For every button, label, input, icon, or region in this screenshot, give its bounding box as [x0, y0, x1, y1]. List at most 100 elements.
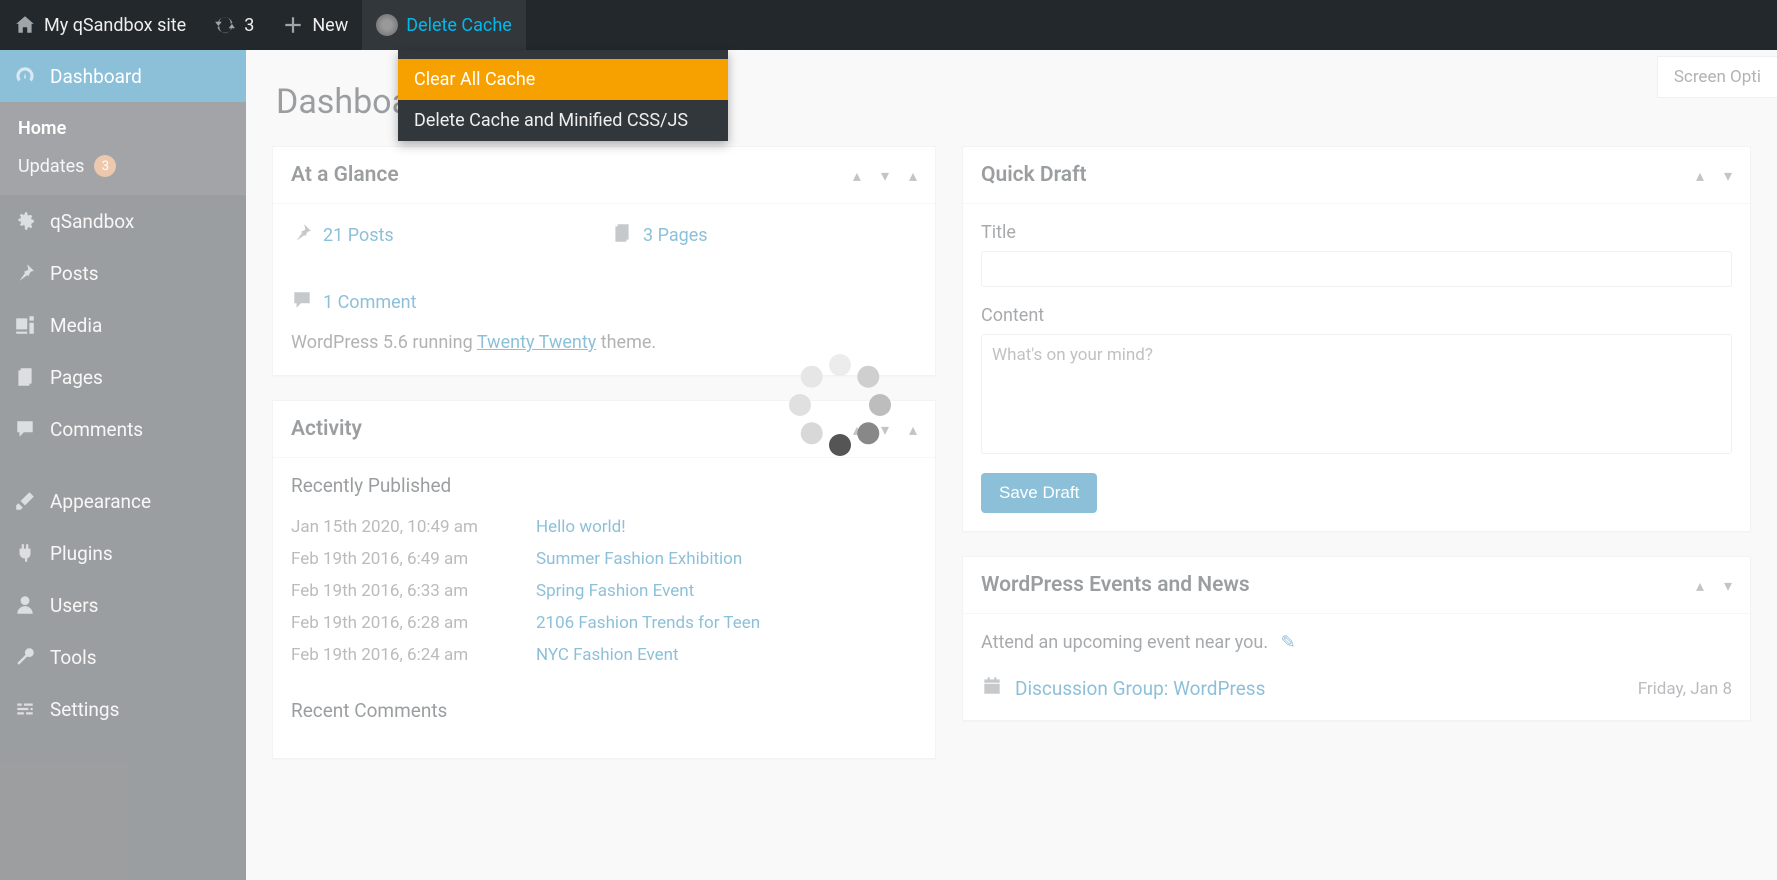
- sidebar-item-label: Media: [50, 314, 102, 337]
- sidebar-item-appearance[interactable]: Appearance: [0, 475, 246, 527]
- activity-item: Feb 19th 2016, 6:24 amNYC Fashion Event: [291, 639, 917, 671]
- admin-bar: My qSandbox site 3 New Delete Cache: [0, 0, 1777, 50]
- site-name-link[interactable]: My qSandbox site: [0, 0, 200, 50]
- toggle-icon[interactable]: ▴: [909, 420, 917, 439]
- glance-pages-link[interactable]: 3 Pages: [643, 225, 708, 246]
- sidebar-item-label: Posts: [50, 262, 99, 285]
- post-link[interactable]: NYC Fashion Event: [536, 645, 679, 665]
- pages-icon: [14, 366, 36, 388]
- sidebar-item-label: qSandbox: [50, 210, 134, 233]
- glance-posts-link[interactable]: 21 Posts: [323, 225, 394, 246]
- sidebar-item-comments[interactable]: Comments: [0, 403, 246, 455]
- sidebar-item-label: Comments: [50, 418, 143, 441]
- move-up-icon[interactable]: ▴: [1696, 166, 1704, 185]
- post-link[interactable]: Hello world!: [536, 517, 626, 537]
- qd-title-label: Title: [981, 222, 1732, 243]
- move-down-icon[interactable]: ▾: [1724, 166, 1732, 185]
- glance-posts[interactable]: 21 Posts: [291, 222, 571, 249]
- comment-icon: [14, 418, 36, 440]
- dropdown-item-clear-all[interactable]: Clear All Cache: [398, 59, 728, 100]
- qd-title-input[interactable]: [981, 251, 1732, 287]
- recently-published-title: Recently Published: [291, 474, 917, 497]
- move-down-icon[interactable]: ▾: [1724, 576, 1732, 595]
- glance-pages[interactable]: 3 Pages: [611, 222, 891, 249]
- activity-item: Feb 19th 2016, 6:33 amSpring Fashion Eve…: [291, 575, 917, 607]
- gear-icon: [14, 210, 36, 232]
- move-up-icon[interactable]: ▴: [853, 166, 861, 185]
- recent-comments-title: Recent Comments: [291, 699, 917, 722]
- post-link[interactable]: Summer Fashion Exhibition: [536, 549, 742, 569]
- sidebar-item-pages[interactable]: Pages: [0, 351, 246, 403]
- pin-icon: [14, 262, 36, 284]
- glance-comments[interactable]: 1 Comment: [291, 289, 571, 316]
- activity-title: Activity: [291, 417, 362, 441]
- calendar-icon: [981, 675, 1003, 702]
- updates-badge: 3: [94, 155, 116, 177]
- sidebar-item-media[interactable]: Media: [0, 299, 246, 351]
- sidebar-item-users[interactable]: Users: [0, 579, 246, 631]
- brush-icon: [14, 490, 36, 512]
- sidebar-separator: [0, 455, 246, 475]
- theme-link[interactable]: Twenty Twenty: [477, 332, 596, 353]
- quick-draft-box: Quick Draft ▴ ▾ Title Content Save Draft: [962, 146, 1751, 532]
- post-link[interactable]: 2106 Fashion Trends for Teen: [536, 613, 760, 633]
- pencil-icon[interactable]: ✎: [1281, 632, 1296, 653]
- dropdown-item-minified[interactable]: Delete Cache and Minified CSS/JS: [398, 100, 728, 141]
- post-link[interactable]: Spring Fashion Event: [536, 581, 694, 601]
- wrench-icon: [14, 646, 36, 668]
- move-up-icon[interactable]: ▴: [1696, 576, 1704, 595]
- sidebar-item-settings[interactable]: Settings: [0, 683, 246, 735]
- updates-count: 3: [244, 15, 254, 36]
- events-news-box: WordPress Events and News ▴ ▾ Attend an …: [962, 556, 1751, 721]
- sidebar-item-plugins[interactable]: Plugins: [0, 527, 246, 579]
- qd-content-input[interactable]: [981, 334, 1732, 454]
- main-content: Dashboard At a Glance ▴ ▾ ▴: [246, 50, 1777, 880]
- updates-link[interactable]: 3: [200, 0, 268, 50]
- sidebar-item-label: Users: [50, 594, 98, 617]
- toggle-icon[interactable]: ▴: [909, 166, 917, 185]
- update-icon: [214, 14, 236, 36]
- sidebar-item-label: Plugins: [50, 542, 113, 565]
- qd-content-label: Content: [981, 305, 1732, 326]
- sidebar-item-qsandbox[interactable]: qSandbox: [0, 195, 246, 247]
- activity-item: Jan 15th 2020, 10:49 amHello world!: [291, 511, 917, 543]
- move-down-icon[interactable]: ▾: [881, 166, 889, 185]
- sidebar-item-posts[interactable]: Posts: [0, 247, 246, 299]
- site-name: My qSandbox site: [44, 15, 186, 36]
- new-link[interactable]: New: [268, 0, 362, 50]
- pages-icon: [611, 222, 633, 249]
- sidebar-item-label: Dashboard: [50, 65, 142, 88]
- event-link[interactable]: Discussion Group: WordPress: [1015, 677, 1265, 700]
- events-attend-text: Attend an upcoming event near you. ✎: [981, 632, 1732, 653]
- save-draft-button[interactable]: Save Draft: [981, 473, 1097, 513]
- at-a-glance-box: At a Glance ▴ ▾ ▴ 21 Posts: [272, 146, 936, 376]
- loading-spinner: [785, 350, 895, 460]
- events-news-title: WordPress Events and News: [981, 573, 1250, 597]
- sidebar-item-tools[interactable]: Tools: [0, 631, 246, 683]
- plus-icon: [282, 14, 304, 36]
- sidebar-item-dashboard[interactable]: Dashboard: [0, 50, 246, 102]
- screen-options-button[interactable]: Screen Opti: [1657, 56, 1777, 98]
- delete-cache-dropdown: Clear All Cache Delete Cache and Minifie…: [398, 50, 728, 141]
- cache-plugin-icon: [376, 14, 398, 36]
- delete-cache-menu[interactable]: Delete Cache: [362, 0, 526, 50]
- activity-item: Feb 19th 2016, 6:49 amSummer Fashion Exh…: [291, 543, 917, 575]
- activity-item: Feb 19th 2016, 6:28 am2106 Fashion Trend…: [291, 607, 917, 639]
- sidebar-sub-home[interactable]: Home: [0, 110, 246, 147]
- sidebar-item-label: Appearance: [50, 490, 151, 513]
- dropdown-spacer: [398, 50, 728, 59]
- pin-icon: [291, 222, 313, 249]
- sidebar-item-label: Pages: [50, 366, 103, 389]
- plug-icon: [14, 542, 36, 564]
- home-icon: [14, 14, 36, 36]
- sidebar-item-label: Tools: [50, 646, 97, 669]
- sliders-icon: [14, 698, 36, 720]
- event-date: Friday, Jan 8: [1638, 679, 1732, 699]
- sidebar-sub-updates[interactable]: Updates 3: [0, 147, 246, 185]
- media-icon: [14, 314, 36, 336]
- glance-comments-link[interactable]: 1 Comment: [323, 292, 417, 313]
- delete-cache-label: Delete Cache: [406, 15, 512, 36]
- comment-icon: [291, 289, 313, 316]
- new-label: New: [312, 15, 348, 36]
- admin-sidebar: Dashboard Home Updates 3 qSandbox Posts …: [0, 50, 246, 880]
